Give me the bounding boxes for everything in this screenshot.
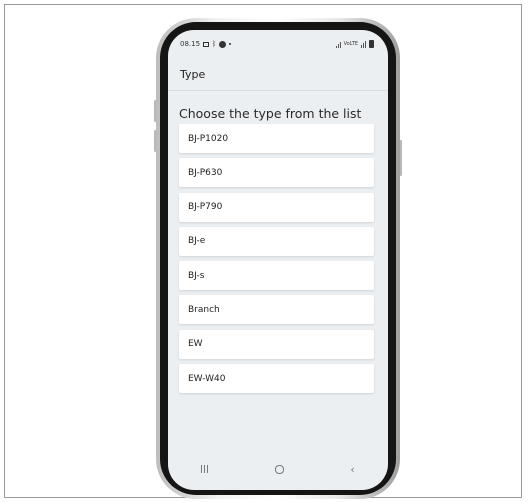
status-left: 08.15 ᛒ bbox=[180, 39, 232, 48]
list-item-branch[interactable]: Branch bbox=[179, 295, 374, 325]
phone-screen: 08.15 ᛒ VoLTE Type Choose the type from … bbox=[168, 30, 388, 490]
recents-icon[interactable] bbox=[201, 465, 209, 473]
bluetooth-icon: ᛒ bbox=[212, 39, 217, 48]
list-item-bj-e[interactable]: BJ-e bbox=[179, 226, 374, 256]
list-item-ew[interactable]: EW bbox=[179, 329, 374, 359]
status-time: 08.15 bbox=[180, 40, 201, 48]
list-heading: Choose the type from the list bbox=[179, 106, 362, 121]
volte-label: VoLTE bbox=[343, 40, 358, 47]
more-notifications-icon bbox=[229, 43, 232, 45]
calendar-icon bbox=[203, 41, 210, 47]
list-item-ew-w40[interactable]: EW-W40 bbox=[179, 364, 374, 394]
list-item-bj-p790[interactable]: BJ-P790 bbox=[179, 192, 374, 222]
list-item-bj-p1020[interactable]: BJ-P1020 bbox=[179, 124, 374, 153]
app-bar-divider bbox=[168, 90, 388, 91]
status-bar: 08.15 ᛒ VoLTE bbox=[168, 30, 388, 58]
list-item-bj-p630[interactable]: BJ-P630 bbox=[179, 158, 374, 188]
status-right: VoLTE bbox=[335, 40, 374, 48]
signal-icon-2 bbox=[361, 40, 366, 48]
app-notification-icon bbox=[219, 40, 227, 48]
navigation-bar: ‹ bbox=[168, 448, 388, 490]
signal-icon bbox=[335, 41, 341, 48]
battery-icon bbox=[369, 40, 374, 48]
list-item-bj-s[interactable]: BJ-s bbox=[179, 261, 374, 291]
app-bar-title: Type bbox=[180, 68, 206, 81]
home-icon[interactable] bbox=[274, 464, 284, 474]
type-list: BJ-P1020 BJ-P630 BJ-P790 BJ-e BJ-s Branc… bbox=[179, 124, 374, 398]
back-icon[interactable]: ‹ bbox=[350, 463, 354, 476]
